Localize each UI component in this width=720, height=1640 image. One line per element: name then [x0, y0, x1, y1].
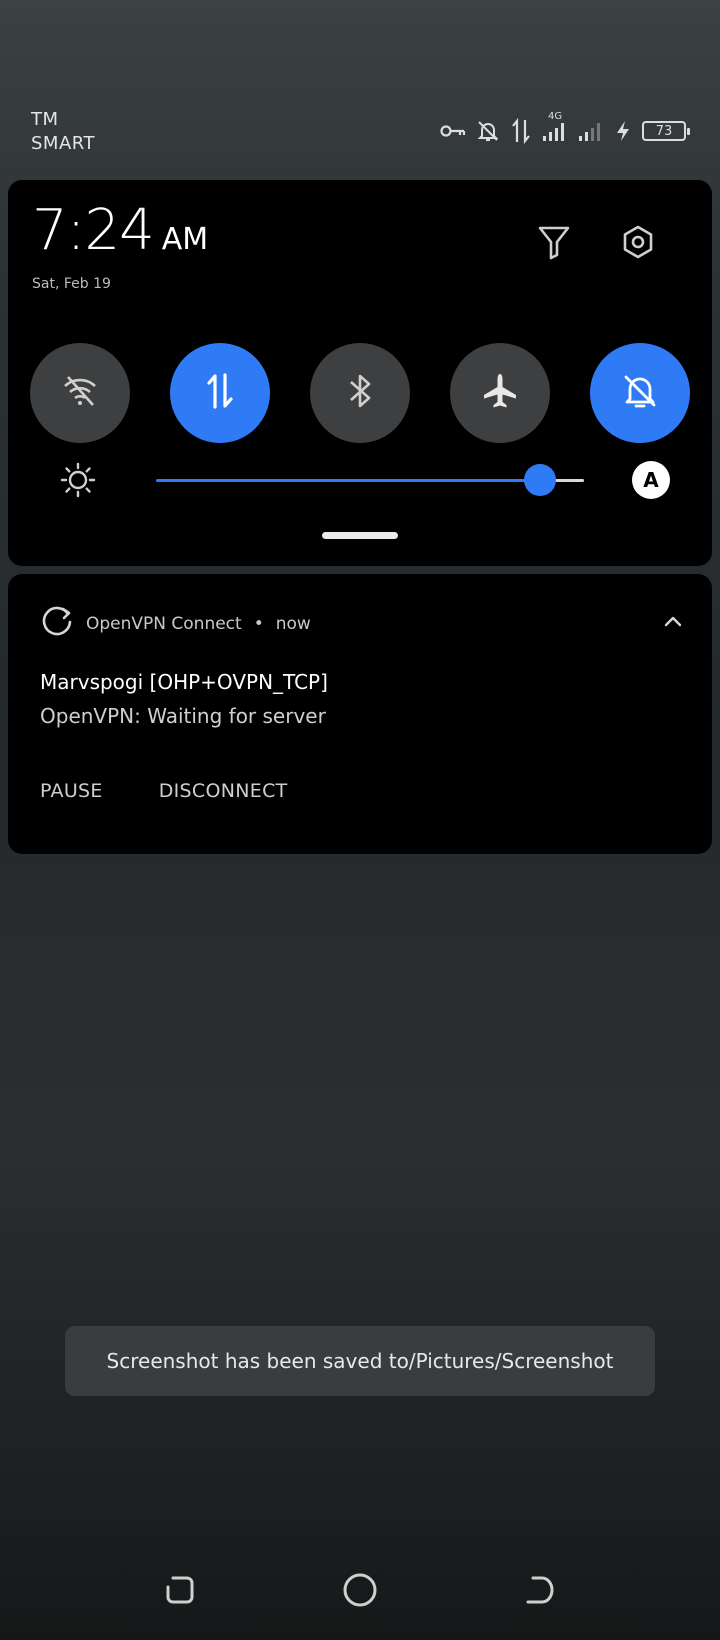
bluetooth-icon: [345, 371, 375, 415]
toast-text: Screenshot has been saved to/Pictures/Sc…: [106, 1349, 614, 1373]
clock-time: 7:24: [32, 198, 155, 263]
home-circle-icon: [342, 1572, 378, 1612]
airplane-icon: [480, 371, 520, 415]
notification-app-name: OpenVPN Connect: [86, 614, 242, 634]
bluetooth-tile[interactable]: [310, 343, 410, 443]
notifications-off-icon: [476, 119, 500, 143]
settings-gear-icon[interactable]: [618, 222, 658, 262]
navigation-bar: [0, 1560, 720, 1630]
notification-actions: PAUSE DISCONNECT: [40, 780, 288, 802]
carrier-name: TM SMART: [31, 108, 95, 156]
wifi-off-icon: [60, 371, 100, 415]
panel-drag-handle[interactable]: [322, 532, 398, 539]
back-button[interactable]: [520, 1572, 560, 1612]
recents-icon: [163, 1573, 197, 1611]
filter-icon[interactable]: [534, 222, 574, 262]
recents-button[interactable]: [160, 1572, 200, 1612]
clock-ampm: AM: [161, 222, 209, 257]
charging-icon: [614, 120, 632, 142]
signal-icon: [578, 120, 604, 142]
carrier-line-2: SMART: [31, 133, 95, 154]
battery-level: 73: [655, 123, 673, 139]
pause-button[interactable]: PAUSE: [40, 780, 103, 802]
wifi-tile[interactable]: [30, 343, 130, 443]
notification-separator: •: [253, 614, 264, 634]
auto-brightness-button[interactable]: A: [632, 461, 670, 499]
chevron-up-icon[interactable]: [664, 612, 682, 631]
network-type-label: 4G: [548, 111, 563, 122]
battery-icon: 73: [642, 121, 690, 141]
brightness-row: A: [60, 460, 670, 500]
notification-text: OpenVPN: Waiting for server: [40, 704, 326, 728]
carrier-line-1: TM: [31, 109, 59, 130]
quick-settings-panel: 7:24 AM Sat, Feb 19 A: [8, 180, 712, 566]
data-transfer-icon: [203, 371, 237, 415]
date-label[interactable]: Sat, Feb 19: [32, 276, 111, 292]
disconnect-button[interactable]: DISCONNECT: [159, 780, 288, 802]
back-icon: [523, 1573, 557, 1611]
status-icons: 4G 73: [440, 111, 690, 144]
notification-title: Marvspogi [OHP+OVPN_TCP]: [40, 670, 328, 694]
do-not-disturb-tile[interactable]: [590, 343, 690, 443]
signal-4g-icon: 4G: [542, 111, 568, 142]
home-button[interactable]: [340, 1572, 380, 1612]
notifications-off-icon: [620, 371, 660, 415]
openvpn-notification[interactable]: OpenVPN Connect • now Marvspogi [OHP+OVP…: [8, 574, 712, 854]
notification-time: now: [275, 614, 311, 634]
airplane-mode-tile[interactable]: [450, 343, 550, 443]
clock[interactable]: 7:24 AM: [32, 200, 208, 262]
quick-tiles: [30, 343, 690, 443]
openvpn-app-icon: [40, 605, 74, 643]
mobile-data-tile[interactable]: [170, 343, 270, 443]
screenshot-toast: Screenshot has been saved to/Pictures/Sc…: [65, 1326, 655, 1396]
auto-brightness-label: A: [643, 468, 659, 492]
brightness-slider-thumb[interactable]: [524, 464, 556, 496]
notification-header: OpenVPN Connect • now: [40, 606, 311, 642]
brightness-sun-icon: [60, 462, 96, 502]
vpn-key-icon: [440, 123, 466, 139]
status-bar: TM SMART 4G 73: [0, 100, 720, 160]
brightness-track[interactable]: [156, 479, 584, 482]
data-transfer-icon: [510, 118, 532, 144]
